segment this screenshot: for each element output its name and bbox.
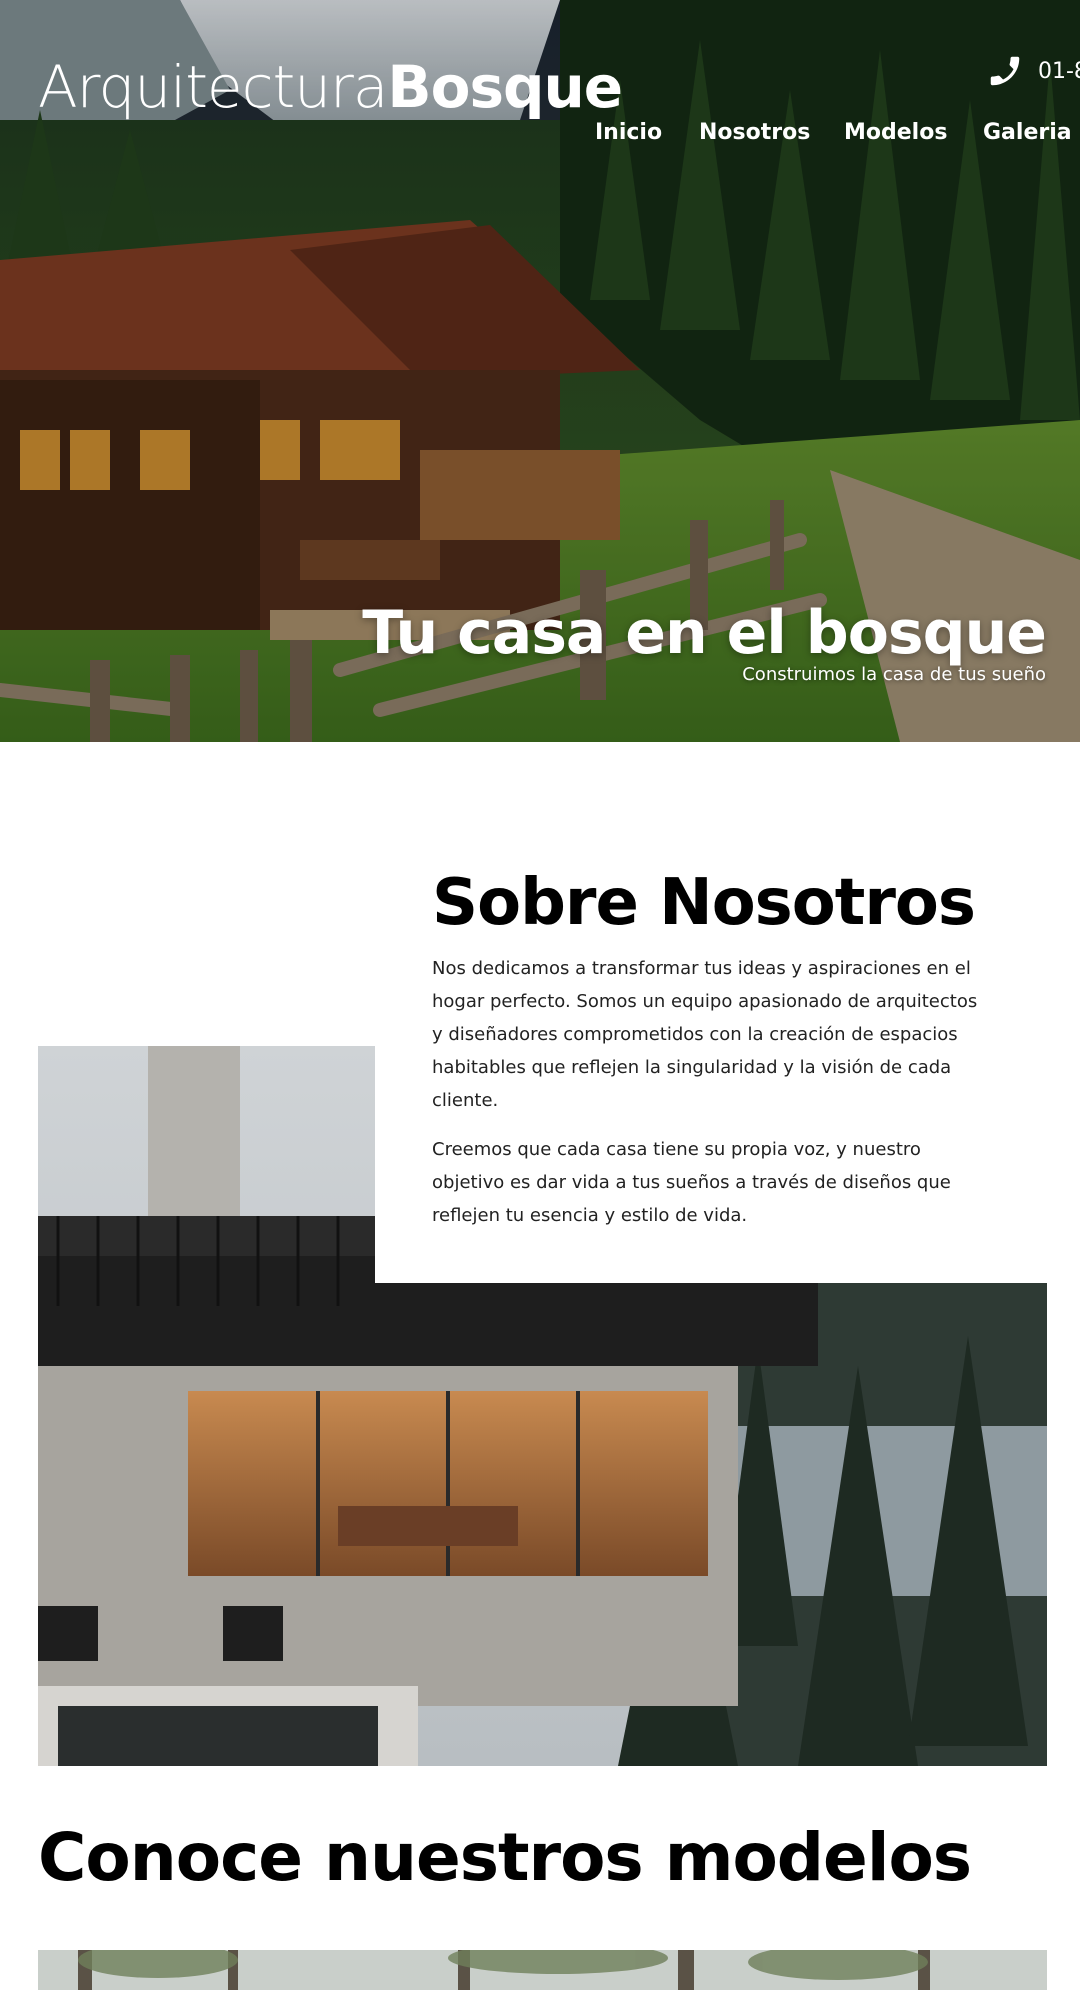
nav-item-inicio[interactable]: Inicio bbox=[595, 120, 662, 145]
nav-item-galeria[interactable]: Galeria bbox=[983, 120, 1072, 145]
models-image bbox=[38, 1950, 1047, 1990]
hero-subtitle: Construimos la casa de tus sueño bbox=[742, 664, 1046, 685]
about-title: Sobre Nosotros bbox=[432, 866, 976, 940]
logo-bold-text: Bosque bbox=[387, 53, 623, 121]
main-nav: Inicio Nosotros Modelos Galeria bbox=[0, 120, 1080, 160]
about-paragraph-2: Creemos que cada casa tiene su propia vo… bbox=[432, 1139, 951, 1227]
phone-number: 01-8 bbox=[1038, 58, 1080, 84]
nav-item-nosotros[interactable]: Nosotros bbox=[699, 120, 810, 145]
hero-section: ArquitecturaBosque 01-8 Inicio Nosotros … bbox=[0, 0, 1080, 742]
about-paragraph-1: Nos dedicamos a transformar tus ideas y … bbox=[432, 958, 978, 1112]
hero-title: Tu casa en el bosque bbox=[362, 598, 1047, 668]
models-title: Conoce nuestros modelos bbox=[38, 1819, 972, 1896]
phone-contact[interactable]: 01-8 bbox=[986, 52, 1080, 90]
site-logo[interactable]: ArquitecturaBosque bbox=[38, 58, 623, 116]
about-card: Sobre Nosotros Nos dedicamos a transform… bbox=[375, 838, 1047, 1283]
nav-item-modelos[interactable]: Modelos bbox=[844, 120, 947, 145]
logo-light-text: Arquitectura bbox=[38, 53, 388, 121]
phone-icon bbox=[990, 56, 1020, 86]
